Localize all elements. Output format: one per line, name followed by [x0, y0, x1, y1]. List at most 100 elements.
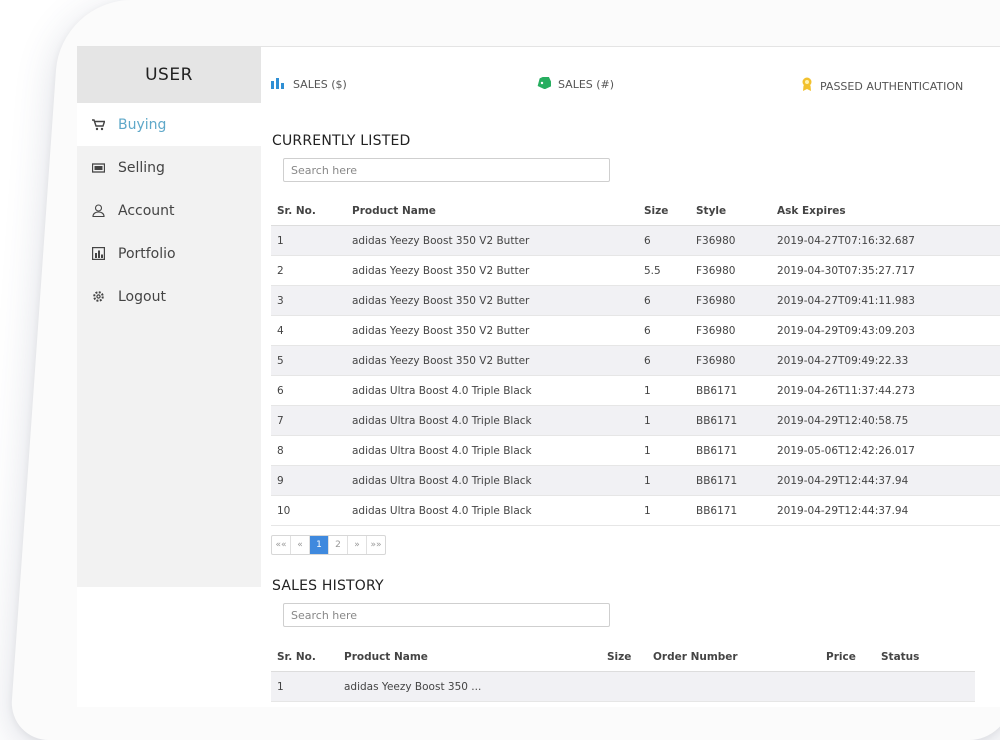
bar-chart-icon — [271, 77, 286, 92]
column-header[interactable]: Status — [875, 643, 975, 672]
column-header[interactable]: Product Name — [338, 643, 601, 672]
stat-label: SALES ($) — [293, 78, 347, 91]
cell-product-name: adidas Yeezy Boost 350 V2 Butter — [346, 285, 638, 316]
cell-sr-no: 10 — [271, 495, 346, 526]
cell-sr-no: 2 — [271, 255, 346, 286]
sidebar-item-label: Portfolio — [118, 245, 176, 262]
sidebar-item-buying[interactable]: Buying — [77, 103, 261, 146]
cash-icon — [91, 161, 105, 175]
stat-sales-amount: SALES ($) — [271, 77, 347, 92]
cell-size: 1 — [638, 405, 690, 436]
cell-sr-no: 3 — [271, 285, 346, 316]
cell-ask-expires: 2019-04-27T09:41:11.983 — [771, 285, 1000, 316]
cell-ask-expires: 2019-05-06T12:42:26.017 — [771, 435, 1000, 466]
column-header[interactable]: Style — [690, 197, 771, 226]
cell-size: 1 — [638, 435, 690, 466]
sales-history-search-input[interactable] — [283, 603, 610, 627]
cell-style: BB6171 — [690, 495, 771, 526]
cell-size: 6 — [638, 315, 690, 346]
cell-size: 1 — [638, 495, 690, 526]
column-header[interactable]: Size — [638, 197, 690, 226]
cell-style: BB6171 — [690, 435, 771, 466]
stat-label: SALES (#) — [558, 78, 615, 91]
column-header[interactable]: Price — [820, 643, 875, 672]
cell-sr-no: 1 — [271, 225, 346, 256]
table-row[interactable]: 5 adidas Yeezy Boost 350 V2 Butter 6 F36980… — [271, 345, 1000, 376]
sidebar-item-selling[interactable]: Selling — [77, 146, 261, 189]
stats-bar: SALES ($) SALES (#) PASSED AUTHENTICATIO… — [271, 74, 1000, 97]
column-header[interactable]: Ask Expires — [771, 197, 1000, 226]
pagination-first-button[interactable]: «« — [272, 536, 291, 554]
sidebar-item-label: Account — [118, 202, 175, 219]
sidebar-item-label: Logout — [118, 288, 166, 305]
cell-sr-no: 6 — [271, 375, 346, 406]
sidebar-item-account[interactable]: Account — [77, 189, 261, 232]
table-header-row: Sr. No. Product Name Size Order Number P… — [271, 643, 975, 672]
table-row[interactable]: 9 adidas Ultra Boost 4.0 Triple Black 1 BB6… — [271, 465, 1000, 496]
cell-sr-no: 7 — [271, 405, 346, 436]
table-header-row: Sr. No. Product Name Size Style Ask Expi… — [271, 197, 1000, 226]
cell-product-name: adidas Yeezy Boost 350 ... — [338, 671, 601, 702]
pagination-prev-button[interactable]: « — [291, 536, 310, 554]
table-row[interactable]: 8 adidas Ultra Boost 4.0 Triple Black 1 BB6… — [271, 435, 1000, 466]
column-header[interactable]: Sr. No. — [271, 643, 338, 672]
currently-listed-search-input[interactable] — [283, 158, 610, 182]
cell-ask-expires: 2019-04-29T12:44:37.94 — [771, 465, 1000, 496]
cell-product-name: adidas Yeezy Boost 350 V2 Butter — [346, 225, 638, 256]
cell-product-name: adidas Ultra Boost 4.0 Triple Black — [346, 435, 638, 466]
table-row[interactable]: 1 adidas Yeezy Boost 350 ... — [271, 671, 975, 702]
cell-product-name: adidas Yeezy Boost 350 V2 Butter — [346, 315, 638, 346]
pagination-page-2[interactable]: 2 — [329, 536, 348, 554]
sidebar-title: USER — [77, 47, 261, 103]
sales-history-title: SALES HISTORY — [272, 578, 384, 594]
column-header[interactable]: Order Number — [647, 643, 820, 672]
badge-icon — [801, 77, 813, 95]
cell-ask-expires: 2019-04-29T12:40:58.75 — [771, 405, 1000, 436]
cell-size — [601, 671, 647, 702]
table-row[interactable]: 4 adidas Yeezy Boost 350 V2 Butter 6 F36980… — [271, 315, 1000, 346]
cell-ask-expires: 2019-04-27T07:16:32.687 — [771, 225, 1000, 256]
pagination: «« « 1 2 » »» — [271, 535, 386, 555]
sidebar-item-portfolio[interactable]: Portfolio — [77, 232, 261, 275]
gear-icon — [91, 290, 105, 304]
cell-product-name: adidas Ultra Boost 4.0 Triple Black — [346, 465, 638, 496]
table-row[interactable]: 2 adidas Yeezy Boost 350 V2 Butter 5.5 F369… — [271, 255, 1000, 286]
cell-style: BB6171 — [690, 405, 771, 436]
table-row[interactable]: 7 adidas Ultra Boost 4.0 Triple Black 1 BB6… — [271, 405, 1000, 436]
cell-product-name: adidas Yeezy Boost 350 V2 Butter — [346, 345, 638, 376]
column-header[interactable]: Sr. No. — [271, 197, 346, 226]
cell-style: BB6171 — [690, 375, 771, 406]
pagination-next-button[interactable]: » — [348, 536, 367, 554]
table-row[interactable]: 10 adidas Ultra Boost 4.0 Triple Black 1 BB… — [271, 495, 1000, 526]
pagination-page-1[interactable]: 1 — [310, 536, 329, 554]
cell-ask-expires: 2019-04-30T07:35:27.717 — [771, 255, 1000, 286]
cell-size: 6 — [638, 285, 690, 316]
column-header[interactable]: Size — [601, 643, 647, 672]
cell-product-name: adidas Ultra Boost 4.0 Triple Black — [346, 375, 638, 406]
cell-size: 1 — [638, 375, 690, 406]
currently-listed-table: Sr. No. Product Name Size Style Ask Expi… — [271, 197, 1000, 526]
sidebar-item-logout[interactable]: Logout — [77, 275, 261, 318]
table-row[interactable]: 6 adidas Ultra Boost 4.0 Triple Black 1 BB6… — [271, 375, 1000, 406]
cell-price — [820, 671, 875, 702]
cell-ask-expires: 2019-04-29T09:43:09.203 — [771, 315, 1000, 346]
stat-passed-authentication: PASSED AUTHENTICATION — [801, 77, 963, 95]
cell-product-name: adidas Yeezy Boost 350 V2 Butter — [346, 255, 638, 286]
cell-product-name: adidas Ultra Boost 4.0 Triple Black — [346, 495, 638, 526]
column-header[interactable]: Product Name — [346, 197, 638, 226]
sidebar-item-label: Selling — [118, 159, 165, 176]
pagination-last-button[interactable]: »» — [367, 536, 385, 554]
main-content: SALES ($) SALES (#) PASSED AUTHENTICATIO… — [261, 47, 1000, 707]
cell-ask-expires: 2019-04-26T11:37:44.273 — [771, 375, 1000, 406]
table-row[interactable]: 1 adidas Yeezy Boost 350 V2 Butter 6 F36980… — [271, 225, 1000, 256]
sidebar: USER Buying Selling Account Portfolio Lo… — [77, 47, 261, 587]
cell-size: 1 — [638, 465, 690, 496]
table-row[interactable]: 3 adidas Yeezy Boost 350 V2 Butter 6 F36980… — [271, 285, 1000, 316]
cell-sr-no: 4 — [271, 315, 346, 346]
cell-style: F36980 — [690, 285, 771, 316]
cell-style: F36980 — [690, 225, 771, 256]
cell-style: F36980 — [690, 315, 771, 346]
stat-sales-count: SALES (#) — [537, 74, 615, 92]
chart-icon — [91, 247, 105, 261]
currently-listed-title: CURRENTLY LISTED — [272, 133, 411, 149]
